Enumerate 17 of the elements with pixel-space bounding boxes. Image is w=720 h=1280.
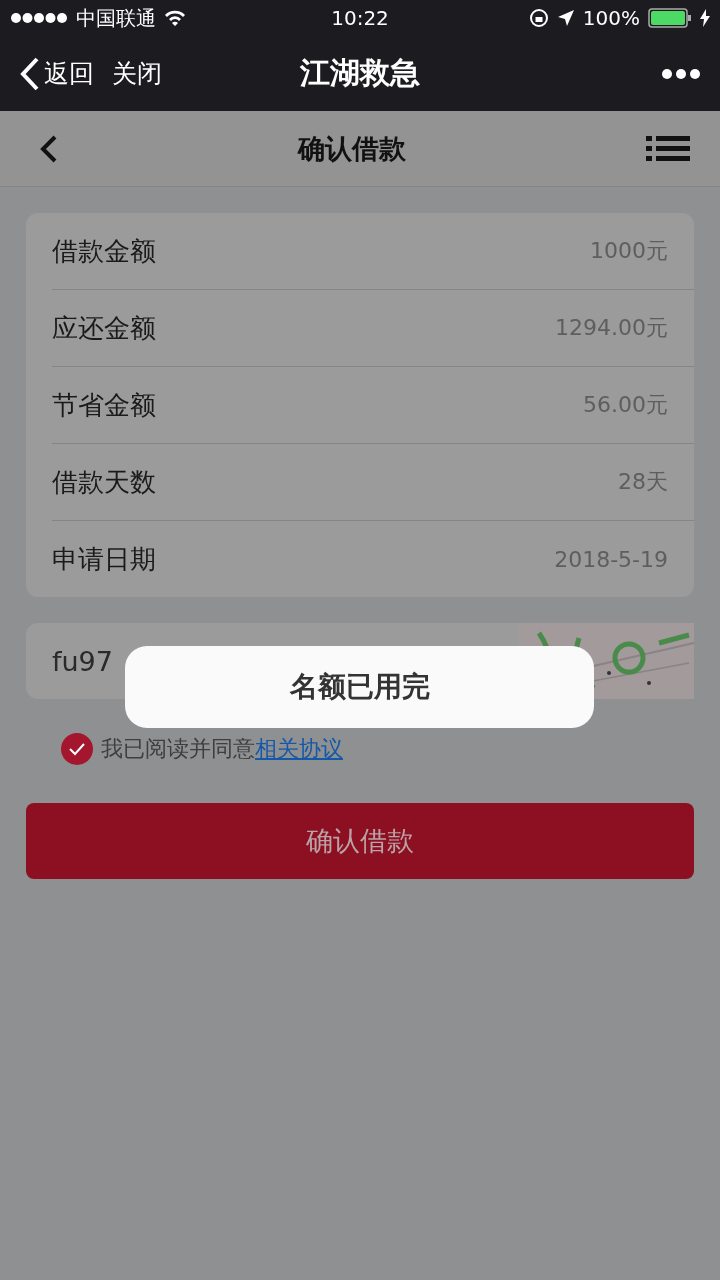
- row-label: 应还金额: [52, 311, 156, 345]
- clock-time: 10:22: [331, 6, 389, 30]
- battery-percent: 100%: [582, 6, 640, 30]
- row-value: 56.00元: [583, 391, 668, 419]
- page-title: 确认借款: [298, 131, 406, 166]
- row-value: 1294.00元: [555, 314, 668, 342]
- quota-toast: 名额已用完: [125, 646, 594, 728]
- row-value: 28天: [618, 468, 668, 496]
- row-label: 借款金额: [52, 234, 156, 268]
- agreement-text: 我已阅读并同意相关协议: [101, 735, 343, 763]
- carrier-name: 中国联通: [76, 4, 156, 32]
- app-title: 江湖救急: [300, 54, 420, 92]
- row-label: 节省金额: [52, 388, 156, 422]
- row-label: 借款天数: [52, 465, 156, 499]
- row-label: 申请日期: [52, 542, 156, 576]
- row-value: 2018-5-19: [554, 546, 668, 572]
- row-value: 1000元: [590, 237, 668, 265]
